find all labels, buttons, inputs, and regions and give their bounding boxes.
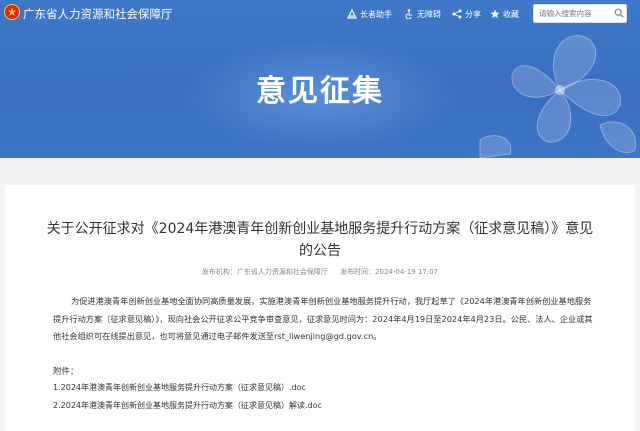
search-icon[interactable] [614, 8, 624, 18]
wheelchair-icon [405, 9, 412, 19]
favorite-button[interactable]: 收藏 [490, 7, 519, 21]
publish-time: 发布时间：2024-04-19 17:07 [340, 268, 439, 276]
article-meta: 发布机构：广东省人力资源和社会保障厅 发布时间：2024-04-19 17:07 [0, 267, 640, 277]
publisher: 发布机构：广东省人力资源和社会保障厅 [201, 268, 328, 276]
search-input[interactable] [533, 4, 627, 23]
elder-assistant-button[interactable]: 长者助手 [347, 7, 392, 21]
elder-assistant-label: 长者助手 [360, 9, 392, 19]
share-label: 分享 [465, 9, 481, 19]
attachment-link[interactable]: 1.2024年港澳青年创新创业基地服务提升行动方案（征求意见稿）.doc [53, 382, 306, 393]
star-icon [490, 9, 500, 19]
attachments-label: 附件： [53, 367, 79, 377]
share-button[interactable]: 分享 [452, 7, 481, 21]
attachment-link[interactable]: 2.2024年港澳青年创新创业基地服务提升行动方案（征求意见稿）解读.doc [53, 400, 322, 411]
article-title: 关于公开征求对《2024年港澳青年创新创业基地服务提升行动方案（征求意见稿）》意… [46, 221, 594, 259]
top-bar: 广东省人力资源和社会保障厅 长者助手 无障碍 分享 收藏 [0, 0, 640, 28]
barrier-free-button[interactable]: 无障碍 [404, 7, 441, 21]
share-icon [452, 9, 462, 19]
barrier-free-label: 无障碍 [417, 9, 441, 19]
elder-assistant-icon [347, 9, 357, 19]
article-body: 为促进港澳青年创新创业基地全面协同高质量发展，实施港澳青年创新创业基地服务提升行… [53, 296, 593, 341]
favorite-label: 收藏 [503, 9, 519, 19]
site-title[interactable]: 广东省人力资源和社会保障厅 [23, 6, 173, 22]
government-emblem-icon [4, 4, 20, 20]
banner-title: 意见征集 [256, 74, 384, 109]
